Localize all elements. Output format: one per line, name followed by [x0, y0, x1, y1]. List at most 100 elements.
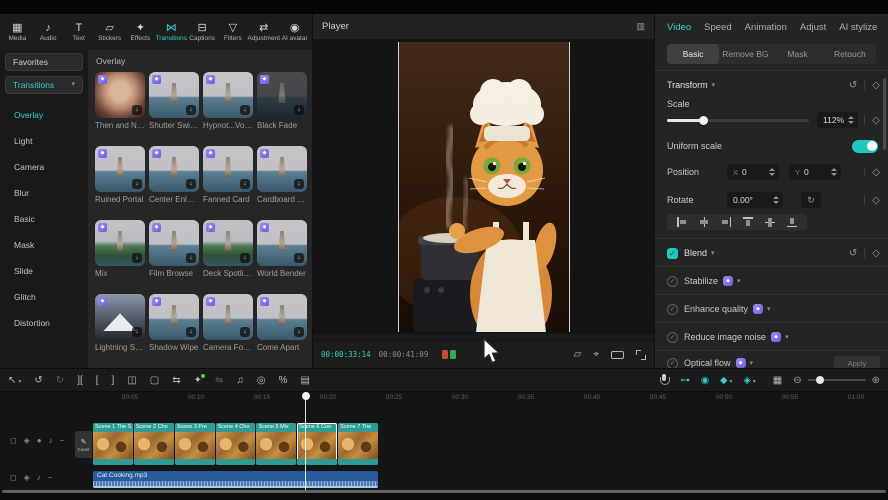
favorites-button[interactable]: Favorites [5, 53, 83, 71]
color-bars-icon[interactable] [442, 350, 456, 359]
timeline-clip[interactable]: Scene 2 Cho [134, 423, 174, 465]
tab-adjust[interactable]: Adjust [800, 22, 826, 33]
timeline-clip[interactable]: Scene 7 The [338, 423, 378, 465]
reverse-button[interactable]: ⇆ [172, 375, 180, 386]
transition-card[interactable]: ◆↓World Bender [257, 220, 307, 278]
transition-card[interactable]: ◆↓Camera Focus [203, 294, 253, 352]
chevron-down-icon[interactable]: ▾ [767, 305, 771, 313]
align-right-icon[interactable] [720, 216, 732, 228]
transition-card[interactable]: ◆↓Shadow Wipe [149, 294, 199, 352]
focus-icon[interactable]: ⌖ [593, 349, 599, 360]
subtab-mask[interactable]: Mask [772, 44, 824, 64]
keyframe-icon[interactable]: ◇ [872, 248, 880, 259]
droplet-icon[interactable]: ◈ [24, 473, 30, 482]
toolbar-transitions[interactable]: ⋈Transitions [156, 22, 187, 42]
sidebar-item-slide[interactable]: Slide [0, 258, 88, 284]
align-top-icon[interactable] [742, 216, 754, 228]
toolbar-effects[interactable]: ✦Effects [125, 22, 156, 42]
rotate-field[interactable]: 0.00° [727, 192, 783, 208]
position-y-stepper[interactable] [831, 168, 837, 176]
chevron-down-icon[interactable]: ▾ [711, 249, 715, 257]
horizontal-scrollbar[interactable] [2, 490, 886, 493]
mirror-preview-icon[interactable]: ▱ [574, 349, 582, 360]
align-center-vertical-icon[interactable] [764, 216, 776, 228]
transition-card[interactable]: ◆↓Shutter Switch [149, 72, 199, 130]
keyframe-toggle-icon[interactable]: ◆▾ [720, 375, 732, 386]
preview-toggle-icon[interactable]: ◈▾ [743, 375, 755, 386]
category-dropdown[interactable]: Transitions▾ [5, 76, 83, 94]
transition-card[interactable]: ◆↓Film Browse [149, 220, 199, 278]
redo-button[interactable]: ↻ [56, 375, 64, 386]
transition-card[interactable]: ◆↓Cardboard Fan [257, 146, 307, 204]
eye-icon[interactable]: ◻ [10, 436, 17, 445]
trim-right-button[interactable]: ] [112, 375, 115, 386]
timeline-clip-selected[interactable]: Scene 6 Coo [297, 423, 337, 465]
sidebar-item-distortion[interactable]: Distortion [0, 310, 88, 336]
position-y-field[interactable]: Y 0 [789, 164, 841, 180]
sidebar-item-basic[interactable]: Basic [0, 206, 88, 232]
keyframe-icon[interactable]: ◇ [872, 115, 880, 126]
transition-card[interactable]: ◆↓Lightning Strike [95, 294, 145, 352]
freeze-frame-button[interactable]: ◫ [127, 375, 136, 386]
transition-card[interactable]: ◆↓Black Fade [257, 72, 307, 130]
align-left-icon[interactable] [676, 216, 688, 228]
sidebar-item-camera[interactable]: Camera [0, 154, 88, 180]
audio-button[interactable]: ♫ [236, 375, 244, 386]
chevron-down-icon[interactable]: ▾ [750, 359, 754, 367]
transition-card[interactable]: ◆↓Hypnot...Vortex [203, 72, 253, 130]
lock-icon[interactable]: − [48, 473, 53, 482]
reset-icon[interactable]: ↺ [849, 248, 857, 259]
dot-icon[interactable]: ● [37, 436, 42, 445]
transition-card[interactable]: ◆↓Center Enlarge [149, 146, 199, 204]
sidebar-item-overlay[interactable]: Overlay [0, 102, 88, 128]
rotate-stepper[interactable] [773, 196, 779, 204]
player-menu-icon[interactable]: ▥ [636, 21, 645, 32]
video-preview[interactable] [398, 42, 570, 332]
fullscreen-icon[interactable] [636, 350, 646, 360]
keyframe-icon[interactable]: ◇ [872, 80, 880, 91]
zoom-out-icon[interactable]: ⊖ [793, 375, 801, 386]
enhance-quality-checkbox[interactable]: ✓ [667, 304, 678, 315]
sidebar-item-blur[interactable]: Blur [0, 180, 88, 206]
keyframe-icon[interactable]: ◇ [872, 195, 880, 206]
snap-toggle-icon[interactable]: ◉ [701, 375, 709, 386]
player-canvas[interactable] [313, 40, 654, 334]
lock-icon[interactable]: − [60, 436, 65, 445]
transition-card[interactable]: ◆↓Come Apart [257, 294, 307, 352]
select-tool-button[interactable]: ↖▾ [8, 375, 21, 386]
subtab-basic[interactable]: Basic [667, 44, 719, 64]
transition-card[interactable]: ◆↓Ruined Portal [95, 146, 145, 204]
speed-percent-button[interactable]: % [279, 375, 288, 386]
uniform-scale-toggle[interactable] [852, 140, 878, 153]
display-button[interactable]: ▤ [301, 375, 310, 386]
audio-clip[interactable]: Cat Cooking.mp3 [93, 471, 378, 488]
speaker-icon[interactable]: ♪ [49, 436, 53, 445]
tab-ai-stylize[interactable]: AI stylize [839, 22, 877, 33]
undo-button[interactable]: ↺ [34, 375, 42, 386]
toolbar-text[interactable]: TText [64, 22, 95, 42]
subtab-retouch[interactable]: Retouch [824, 44, 876, 64]
position-x-field[interactable]: X 0 [727, 164, 779, 180]
position-x-stepper[interactable] [769, 168, 775, 176]
toolbar-filters[interactable]: ▽Filters [218, 22, 249, 42]
rotate-90-button[interactable]: ↻ [801, 192, 821, 208]
split-button[interactable]: ][ [77, 375, 83, 386]
speaker-icon[interactable]: ♪ [37, 473, 41, 482]
sidebar-item-mask[interactable]: Mask [0, 232, 88, 258]
mirror-button[interactable]: ⇋ [215, 375, 223, 386]
scale-stepper[interactable] [848, 116, 854, 124]
toolbar-captions[interactable]: ⊟Captions [187, 22, 218, 42]
zoom-slider-knob[interactable] [816, 376, 824, 384]
tab-animation[interactable]: Animation [745, 22, 787, 33]
scale-value-field[interactable]: 112% [817, 112, 858, 128]
microphone-icon[interactable] [659, 374, 669, 387]
transition-card[interactable]: ◆↓Mix [95, 220, 145, 278]
reduce-noise-checkbox[interactable]: ✓ [667, 332, 678, 343]
sidebar-item-light[interactable]: Light [0, 128, 88, 154]
chevron-down-icon[interactable]: ▾ [737, 277, 741, 285]
timeline-clip[interactable]: Scene 1 The S [93, 423, 133, 465]
toolbar-ai-avatar[interactable]: ◉AI avatar [279, 22, 310, 42]
reset-icon[interactable]: ↺ [849, 80, 857, 91]
keyframe-icon[interactable]: ◇ [872, 167, 880, 178]
timeline-clip[interactable]: Scene 4 Cho [216, 423, 256, 465]
